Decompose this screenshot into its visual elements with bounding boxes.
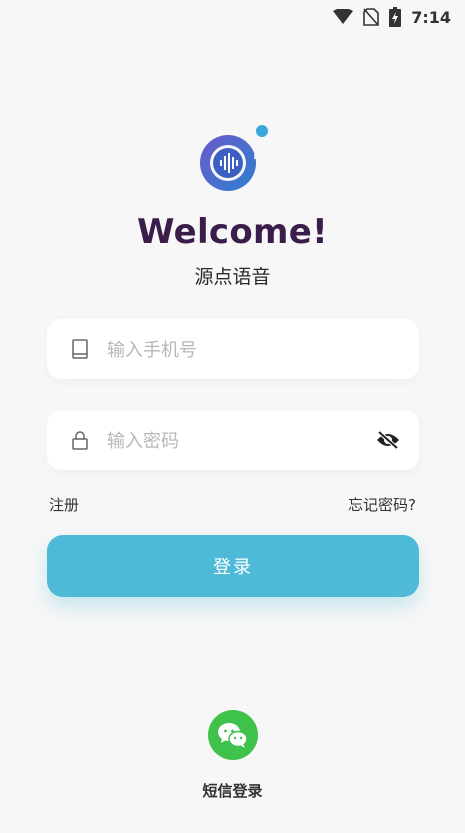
welcome-title: Welcome! (137, 212, 328, 252)
battery-charging-icon (389, 7, 402, 27)
status-bar: 7:14 (0, 0, 465, 34)
phone-icon (69, 338, 91, 360)
audio-wave-logo-icon (196, 125, 268, 197)
wechat-icon[interactable] (208, 710, 258, 760)
phone-field[interactable]: 输入手机号 (47, 319, 419, 379)
auth-links: 注册 忘记密码? (49, 494, 416, 515)
forgot-password-link[interactable]: 忘记密码? (348, 494, 416, 515)
eye-off-icon[interactable] (375, 429, 401, 451)
register-link[interactable]: 注册 (49, 494, 79, 515)
no-sim-icon (363, 8, 380, 26)
phone-placeholder: 输入手机号 (107, 340, 197, 361)
wifi-icon (333, 9, 354, 25)
sms-login-label[interactable]: 短信登录 (0, 780, 465, 801)
login-button[interactable]: 登录 (47, 535, 419, 597)
status-time: 7:14 (411, 7, 451, 27)
lock-icon (69, 429, 91, 451)
password-placeholder: 输入密码 (107, 431, 179, 452)
app-name: 源点语音 (194, 266, 271, 288)
password-field[interactable]: 输入密码 (47, 410, 419, 470)
